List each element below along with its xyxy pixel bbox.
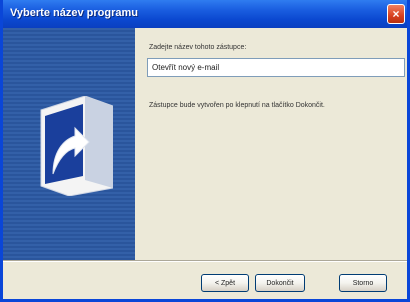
finish-button[interactable]: Dokončit bbox=[255, 274, 305, 292]
wizard-side-panel bbox=[3, 28, 135, 260]
title-bar[interactable]: Vyberte název programu × bbox=[3, 0, 407, 28]
button-bar: < Zpět Dokončit Storno bbox=[3, 262, 407, 302]
close-button[interactable]: × bbox=[387, 4, 405, 24]
shortcut-name-label: Zadejte název tohoto zástupce: bbox=[149, 44, 247, 51]
info-text: Zástupce bude vytvořen po klepnutí na tl… bbox=[149, 102, 325, 109]
wizard-content: Zadejte název tohoto zástupce: Zástupce … bbox=[135, 28, 407, 260]
cancel-button[interactable]: Storno bbox=[339, 274, 387, 292]
shortcut-arrow-icon bbox=[40, 96, 113, 196]
close-icon: × bbox=[392, 7, 400, 21]
create-shortcut-dialog: Vyberte název programu × Zadejte název t… bbox=[0, 0, 410, 302]
back-button[interactable]: < Zpět bbox=[201, 274, 249, 292]
window-title: Vyberte název programu bbox=[10, 7, 138, 19]
shortcut-name-input[interactable] bbox=[147, 58, 405, 77]
